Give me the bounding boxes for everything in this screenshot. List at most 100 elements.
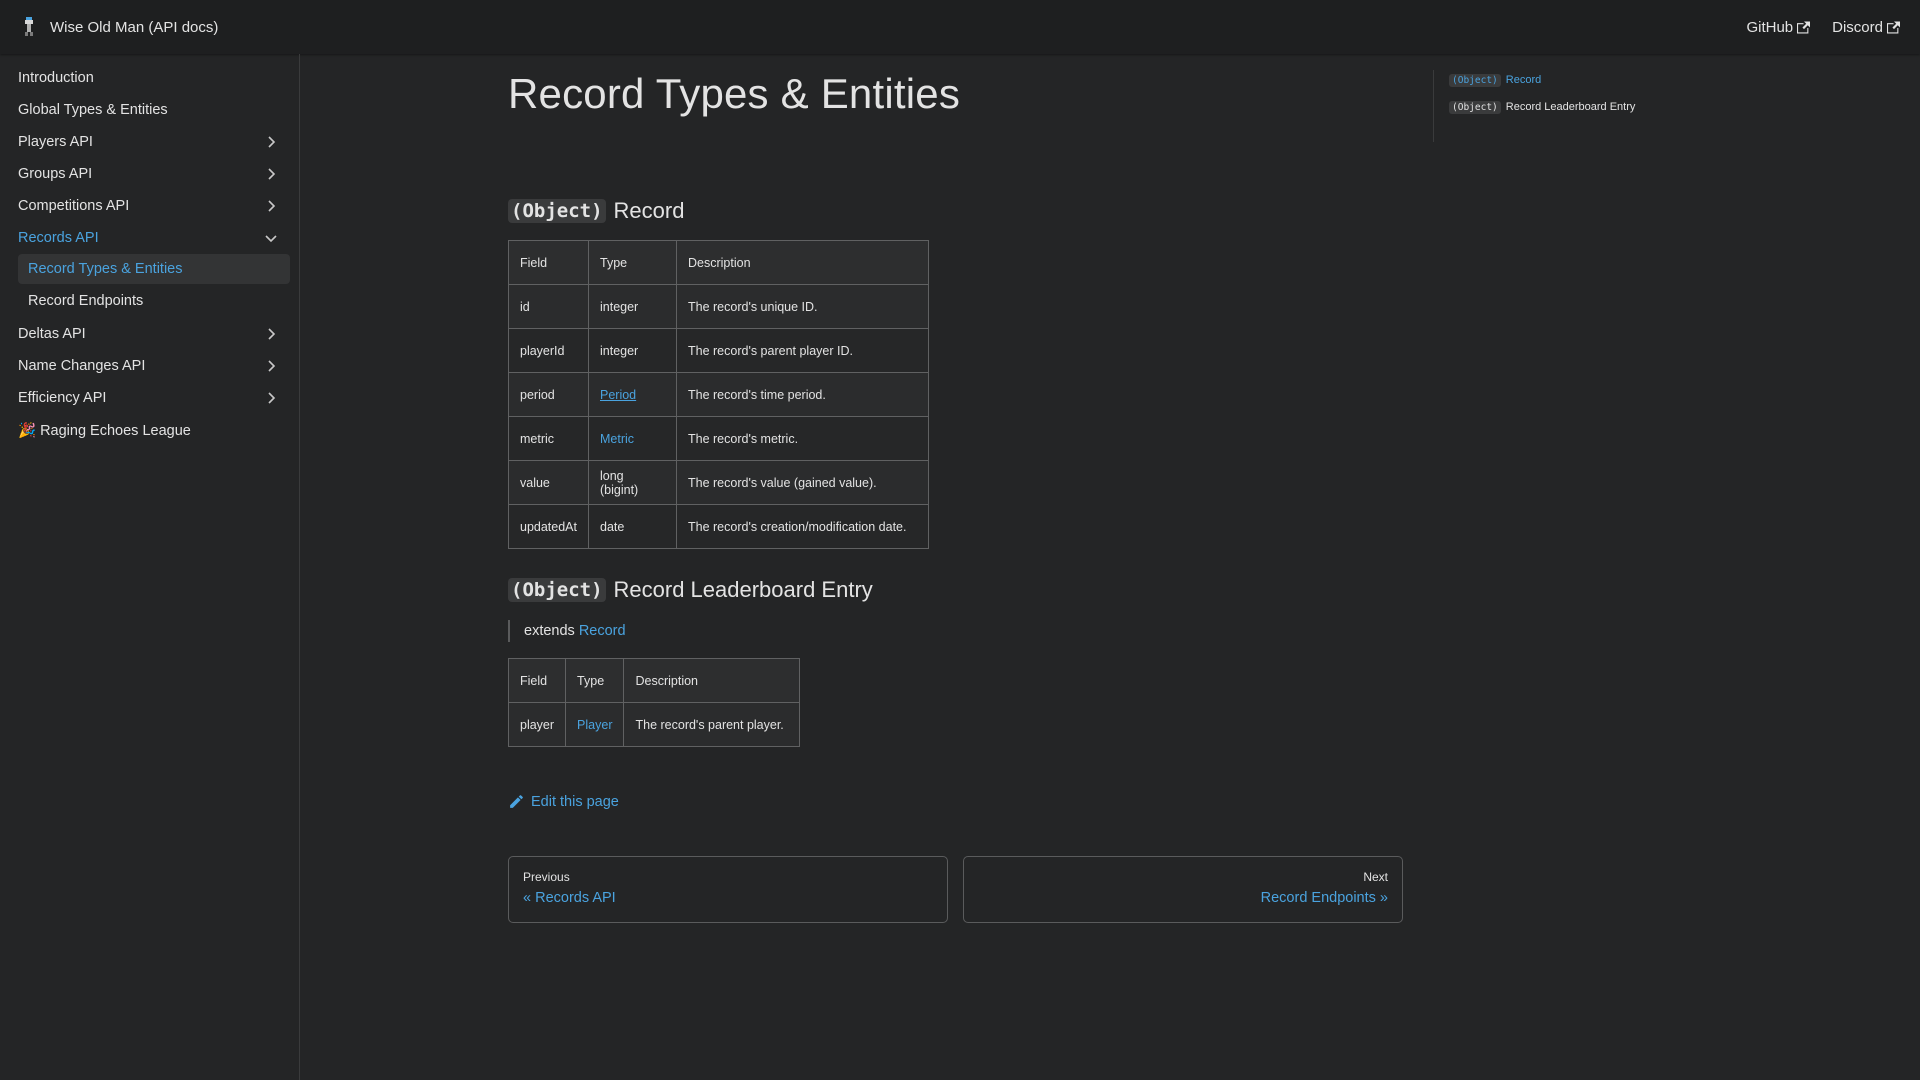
sidebar-submenu-records: Record Types & Entities Record Endpoints bbox=[18, 254, 290, 316]
sidebar-item-deltas-api[interactable]: Deltas API bbox=[9, 318, 290, 350]
player-type-link[interactable]: Player bbox=[577, 718, 612, 732]
chevron-right-icon[interactable] bbox=[263, 166, 279, 182]
sidebar-item-label: Record Types & Entities bbox=[28, 261, 183, 277]
chevron-right-icon[interactable] bbox=[263, 390, 279, 406]
table-cell-description: The record's parent player ID. bbox=[676, 328, 929, 373]
sidebar-item-label: Name Changes API bbox=[18, 358, 146, 374]
sidebar-item-label: 🎉 Raging Echoes League bbox=[18, 422, 191, 439]
extends-note: extends Record bbox=[508, 620, 1408, 642]
sidebar-item-introduction[interactable]: Introduction bbox=[9, 62, 290, 94]
sidebar-item-label: Competitions API bbox=[18, 198, 130, 214]
table-cell-type: Metric bbox=[588, 416, 677, 461]
extends-prefix: extends bbox=[524, 623, 575, 639]
table-header: Field bbox=[508, 240, 589, 285]
chevron-right-icon[interactable] bbox=[263, 326, 279, 342]
sidebar-item-label: Deltas API bbox=[18, 326, 86, 342]
sidebar-item-competitions-api[interactable]: Competitions API bbox=[9, 190, 290, 222]
record-table: Field Type Description id integer The re… bbox=[508, 240, 929, 549]
sidebar-item-records-api[interactable]: Records API bbox=[9, 222, 290, 254]
github-link[interactable]: GitHub bbox=[1746, 18, 1811, 36]
sidebar-item-label: Efficiency API bbox=[18, 390, 107, 406]
table-header: Type bbox=[565, 658, 625, 703]
table-row: playerId integer The record's parent pla… bbox=[508, 328, 929, 373]
sidebar-item-global-types[interactable]: Global Types & Entities bbox=[9, 94, 290, 126]
table-of-contents: (Object) Record (Object) Record Leaderbo… bbox=[1433, 70, 1693, 142]
edit-page-link[interactable]: Edit this page bbox=[508, 793, 1408, 810]
table-cell-description: The record's time period. bbox=[676, 372, 929, 417]
chevron-right-icon[interactable] bbox=[263, 198, 279, 214]
section-heading-label: Record bbox=[613, 198, 685, 223]
sidebar-item-label: Players API bbox=[18, 134, 93, 150]
table-cell-description: The record's creation/modification date. bbox=[676, 504, 929, 549]
metric-type-link[interactable]: Metric bbox=[600, 432, 634, 446]
table-cell-field: id bbox=[508, 284, 589, 329]
toc-item-record-leaderboard-entry[interactable]: (Object) Record Leaderboard Entry bbox=[1449, 97, 1693, 117]
brand[interactable]: Wise Old Man (API docs) bbox=[22, 16, 218, 38]
previous-page-title: « Records API bbox=[523, 890, 616, 906]
navbar: Wise Old Man (API docs) GitHub Discord bbox=[0, 0, 1920, 54]
table-header: Field bbox=[507, 658, 567, 703]
previous-page-card[interactable]: Previous « Records API bbox=[508, 856, 948, 923]
sidebar-item-raging-echoes-league[interactable]: 🎉 Raging Echoes League bbox=[9, 414, 290, 446]
table-row: period Period The record's time period. bbox=[508, 372, 929, 417]
github-link-label: GitHub bbox=[1746, 18, 1794, 36]
sidebar-item-label: Groups API bbox=[18, 166, 93, 182]
table-row: updatedAt date The record's creation/mod… bbox=[508, 504, 929, 549]
table-cell-description: The record's unique ID. bbox=[676, 284, 929, 329]
table-cell-type: integer bbox=[588, 284, 677, 329]
next-page-card[interactable]: Next Record Endpoints » bbox=[963, 856, 1403, 923]
section-heading-record-leaderboard-entry: (Object) Record Leaderboard Entry bbox=[508, 577, 1408, 603]
sidebar-item-label: Introduction bbox=[18, 70, 94, 86]
table-cell-description: The record's value (gained value). bbox=[676, 460, 929, 505]
discord-link[interactable]: Discord bbox=[1832, 19, 1900, 36]
table-cell-description: The record's parent player. bbox=[623, 702, 801, 747]
sidebar: Introduction Global Types & Entities Pla… bbox=[0, 54, 300, 1080]
site-title: Wise Old Man (API docs) bbox=[50, 18, 219, 36]
sidebar-item-label: Record Endpoints bbox=[28, 293, 144, 309]
extends-record-link[interactable]: Record bbox=[579, 623, 626, 639]
table-cell-type: long (bigint) bbox=[588, 460, 677, 505]
sidebar-item-label: Records API bbox=[18, 230, 99, 246]
pencil-icon bbox=[510, 795, 523, 808]
section-heading-label: Record Leaderboard Entry bbox=[613, 577, 873, 602]
wise-old-man-logo-icon bbox=[22, 16, 36, 38]
chevron-right-icon[interactable] bbox=[263, 134, 279, 150]
object-chip: (Object) bbox=[508, 199, 606, 223]
next-page-title: Record Endpoints » bbox=[1260, 890, 1388, 906]
table-cell-field: value bbox=[508, 460, 589, 505]
table-cell-field: metric bbox=[508, 416, 589, 461]
toc-object-chip: (Object) bbox=[1449, 100, 1501, 114]
chevron-right-icon[interactable] bbox=[263, 358, 279, 374]
sidebar-item-record-endpoints[interactable]: Record Endpoints bbox=[18, 286, 290, 316]
external-link-icon bbox=[1797, 21, 1811, 34]
discord-link-label: Discord bbox=[1832, 18, 1883, 36]
toc-item-label: Record bbox=[1505, 74, 1542, 86]
table-header: Type bbox=[588, 240, 677, 285]
table-cell-type: Period bbox=[588, 372, 677, 417]
next-label: Next bbox=[1363, 870, 1388, 884]
record-leaderboard-table: Field Type Description player Player The… bbox=[507, 658, 801, 747]
previous-label: Previous bbox=[523, 870, 570, 884]
sidebar-item-record-types[interactable]: Record Types & Entities bbox=[18, 254, 290, 284]
toc-item-label: Record Leaderboard Entry bbox=[1505, 101, 1636, 113]
toc-object-chip: (Object) bbox=[1449, 73, 1501, 87]
chevron-down-icon[interactable] bbox=[263, 230, 279, 246]
table-cell-field: player bbox=[507, 702, 567, 747]
table-row: player Player The record's parent player… bbox=[507, 702, 801, 747]
page-title: Record Types & Entities bbox=[508, 70, 961, 117]
toc-item-record[interactable]: (Object) Record bbox=[1449, 70, 1693, 90]
sidebar-item-groups-api[interactable]: Groups API bbox=[9, 158, 290, 190]
table-row: id integer The record's unique ID. bbox=[508, 284, 929, 329]
table-row: value long (bigint) The record's value (… bbox=[508, 460, 929, 505]
external-link-icon bbox=[1887, 21, 1900, 34]
sidebar-item-efficiency-api[interactable]: Efficiency API bbox=[9, 382, 290, 414]
sidebar-item-name-changes-api[interactable]: Name Changes API bbox=[9, 350, 290, 382]
table-cell-type: date bbox=[588, 504, 677, 549]
table-header: Description bbox=[676, 240, 929, 285]
table-cell-type: Player bbox=[565, 702, 625, 747]
table-cell-field: playerId bbox=[508, 328, 589, 373]
sidebar-item-players-api[interactable]: Players API bbox=[9, 126, 290, 158]
table-cell-description: The record's metric. bbox=[676, 416, 929, 461]
period-type-link[interactable]: Period bbox=[600, 388, 636, 402]
table-cell-type: integer bbox=[588, 328, 677, 373]
